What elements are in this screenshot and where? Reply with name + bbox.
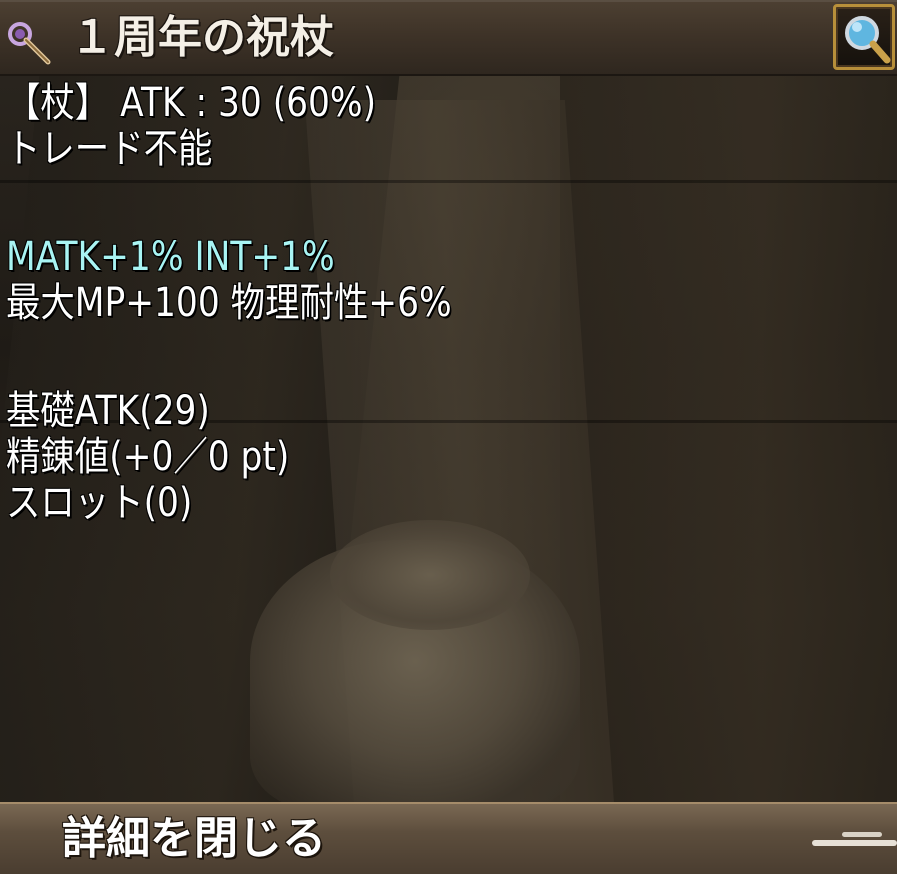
background-sack-top xyxy=(330,520,530,630)
stat-refine: 精錬値(+0／0 pt) xyxy=(6,434,290,480)
magnifier-icon xyxy=(845,16,891,64)
background-seam xyxy=(0,180,897,183)
close-details-label: 詳細を閉じる xyxy=(62,813,326,864)
background-plank xyxy=(560,60,897,820)
stat-bonus-matk-int: MATK+1% INT+1% xyxy=(6,234,335,280)
close-details-button[interactable]: 詳細を閉じる xyxy=(0,802,897,874)
stat-base-atk: 基礎ATK(29) xyxy=(6,388,210,434)
stat-slots: スロット(0) xyxy=(6,480,193,526)
item-title: １周年の祝杖 xyxy=(70,12,334,63)
staff-icon xyxy=(6,20,52,66)
zoom-button[interactable] xyxy=(833,4,895,70)
item-detail-header: １周年の祝杖 xyxy=(0,0,897,76)
stat-trade-status: トレード不能 xyxy=(6,126,213,172)
drag-handle[interactable] xyxy=(812,832,897,846)
stat-weapon-atk: 【杖】 ATK : 30 (60%) xyxy=(6,80,377,126)
stat-bonus-mp-resist: 最大MP+100 物理耐性+6% xyxy=(6,280,452,326)
